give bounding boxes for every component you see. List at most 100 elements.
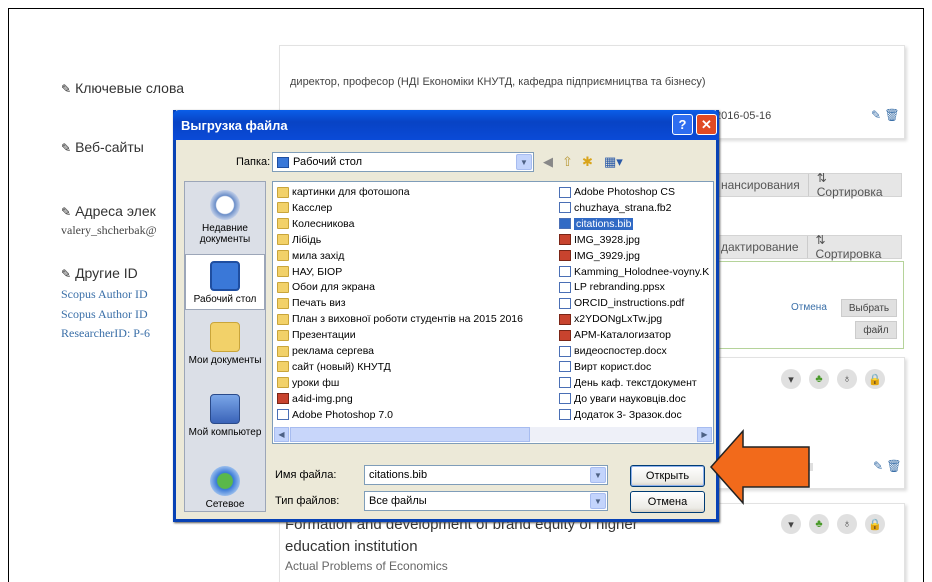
works-sort-button[interactable]: ⇅ Сортировка (806, 233, 901, 261)
folder-item[interactable]: сайт (новый) КНУТД (277, 359, 391, 375)
close-button[interactable]: ✕ (696, 114, 717, 135)
file-name: a4id-img.png (292, 392, 353, 405)
import-cancel-link[interactable]: Отмена (791, 302, 827, 313)
file-name: План з виховної роботи студентів на 2015… (292, 313, 523, 326)
pencil-icon[interactable]: ✎ (61, 267, 71, 281)
image-file-icon (277, 393, 289, 405)
open-button[interactable]: Открыть (630, 465, 705, 487)
lock-icon[interactable]: 🔒 (865, 514, 885, 534)
file-item[interactable]: Додаток 3- Зразок.doc (559, 407, 682, 423)
file-name: chuzhaya_strana.fb2 (574, 201, 672, 214)
file-item[interactable]: IMG_3928.jpg (559, 232, 640, 248)
file-item[interactable]: chuzhaya_strana.fb2 (559, 200, 671, 216)
folder-item[interactable]: Обои для экрана (277, 279, 375, 295)
document-icon (559, 297, 571, 309)
scroll-left-icon[interactable]: ◀ (274, 427, 289, 442)
place-my-documents[interactable]: Мои документы (185, 322, 265, 366)
place-network[interactable]: Сетевое (185, 466, 265, 510)
folder-item[interactable]: картинки для фотошопа (277, 184, 410, 200)
researcher-id-link[interactable]: ResearcherID: P-6 (61, 326, 150, 341)
view-menu-icon[interactable]: ▦▾ (604, 154, 623, 170)
websites-section-title[interactable]: ✎ Веб-сайты (61, 139, 144, 155)
privacy-icon[interactable]: ♁ (837, 514, 857, 534)
file-item[interactable]: a4id-img.png (277, 391, 353, 407)
work-card-1-actions: ▾ ♣ ♁ 🔒 (781, 369, 885, 389)
pencil-icon[interactable]: ✎ (61, 82, 71, 96)
privacy-icon[interactable]: ♁ (837, 369, 857, 389)
folder-item[interactable]: Презентации (277, 327, 356, 343)
works-edit-button[interactable]: дактирование (713, 236, 807, 258)
lock-icon[interactable]: 🔒 (865, 369, 885, 389)
document-icon (559, 186, 571, 198)
pencil-icon[interactable]: ✎ (61, 141, 71, 155)
file-name: До уваги науковців.doc (574, 392, 686, 405)
scopus-id-link-2[interactable]: Scopus Author ID (61, 307, 148, 322)
file-item[interactable]: Adobe Photoshop CS (559, 184, 675, 200)
places-bar: Недавние документы Рабочий стол Мои доку… (184, 181, 266, 512)
people-icon[interactable]: ♣ (809, 369, 829, 389)
cancel-button[interactable]: Отмена (630, 491, 705, 513)
file-name: Печать виз (292, 297, 346, 310)
folder-item[interactable]: Печать виз (277, 295, 346, 311)
folder-combo[interactable]: Рабочий стол ▼ (272, 152, 534, 172)
folder-item[interactable]: Колесникова (277, 216, 354, 232)
work-edit-delete-icons[interactable]: ✎ 🗑 (873, 459, 902, 473)
chevron-down-icon[interactable]: ▼ (590, 493, 606, 509)
folder-item[interactable]: НАУ, БІОР (277, 264, 342, 280)
folder-item[interactable]: План з виховної роботи студентів на 2015… (277, 311, 523, 327)
image-file-icon (559, 329, 571, 341)
filetype-label: Тип файлов: (275, 495, 340, 507)
folder-icon (277, 266, 289, 277)
file-item[interactable]: Вирт корист.doc (559, 359, 651, 375)
help-button[interactable]: ? (672, 114, 693, 135)
choose-file-button[interactable]: Выбрать (841, 299, 897, 317)
funding-sort-button[interactable]: ⇅ Сортировка (807, 171, 901, 199)
folder-item[interactable]: Лібідь (277, 232, 321, 248)
folder-icon (277, 329, 289, 341)
file-item[interactable]: LP rebranding.ppsx (559, 279, 665, 295)
file-item[interactable]: ORCID_instructions.pdf (559, 295, 684, 311)
keywords-section-title[interactable]: ✎ Ключевые слова (61, 80, 184, 96)
place-recent[interactable]: Недавние документы (185, 190, 265, 245)
place-my-computer[interactable]: Мой компьютер (185, 394, 265, 438)
pencil-icon[interactable]: ✎ (61, 205, 71, 219)
file-item[interactable]: АРМ-Каталогизатор (559, 327, 671, 343)
file-item[interactable]: До уваги науковців.doc (559, 391, 686, 407)
file-item[interactable]: IMG_3929.jpg (559, 248, 640, 264)
other-ids-section-title[interactable]: ✎ Другие ID (61, 265, 138, 281)
edit-delete-icons[interactable]: ✎ 🗑 (871, 108, 900, 122)
folder-label: Папка: (236, 156, 271, 168)
file-item[interactable]: Kamming_Holodnee-voyny.K (559, 264, 709, 280)
chevron-down-icon[interactable]: ▼ (590, 467, 606, 483)
file-item[interactable]: видеоспостер.docx (559, 343, 667, 359)
dropdown-icon[interactable]: ▾ (781, 369, 801, 389)
new-folder-icon[interactable]: ✱ (582, 154, 593, 170)
file-name: Обои для экрана (292, 281, 375, 294)
folder-item[interactable]: уроки фш (277, 375, 339, 391)
filename-input[interactable]: citations.bib ▼ (364, 465, 608, 485)
chevron-down-icon[interactable]: ▼ (516, 154, 532, 170)
horizontal-scrollbar[interactable]: ◀ ▶ (274, 427, 712, 442)
choose-file-button-line2[interactable]: файл (855, 321, 897, 339)
file-name: Колесникова (292, 217, 355, 230)
scopus-id-link-1[interactable]: Scopus Author ID (61, 287, 148, 302)
back-icon[interactable]: ◀ (543, 154, 553, 170)
folder-item[interactable]: Касслер (277, 200, 332, 216)
up-folder-icon[interactable]: ⇧ (562, 154, 573, 170)
file-item[interactable]: citations.bib (559, 216, 634, 232)
folder-item[interactable]: мила захід (277, 248, 344, 264)
folder-item[interactable]: реклама сергева (277, 343, 374, 359)
file-item[interactable]: Adobe Photoshop 7.0 (277, 407, 393, 423)
scroll-thumb[interactable] (290, 427, 530, 442)
my-documents-icon (210, 322, 240, 352)
desktop-small-icon (277, 156, 289, 168)
file-name: Вирт корист.doc (574, 360, 652, 373)
file-item[interactable]: День каф. текстдокумент (559, 375, 697, 391)
file-item[interactable]: x2YDONgLxTw.jpg (559, 311, 662, 327)
dialog-titlebar[interactable]: Выгрузка файла ? ✕ (173, 110, 719, 140)
funding-add-button[interactable]: нансирования (713, 174, 808, 196)
emails-section-title[interactable]: ✎ Адреса элек (61, 203, 156, 219)
filetype-select[interactable]: Все файлы ▼ (364, 491, 608, 511)
file-name: мила захід (292, 249, 345, 262)
place-desktop[interactable]: Рабочий стол (185, 254, 265, 310)
